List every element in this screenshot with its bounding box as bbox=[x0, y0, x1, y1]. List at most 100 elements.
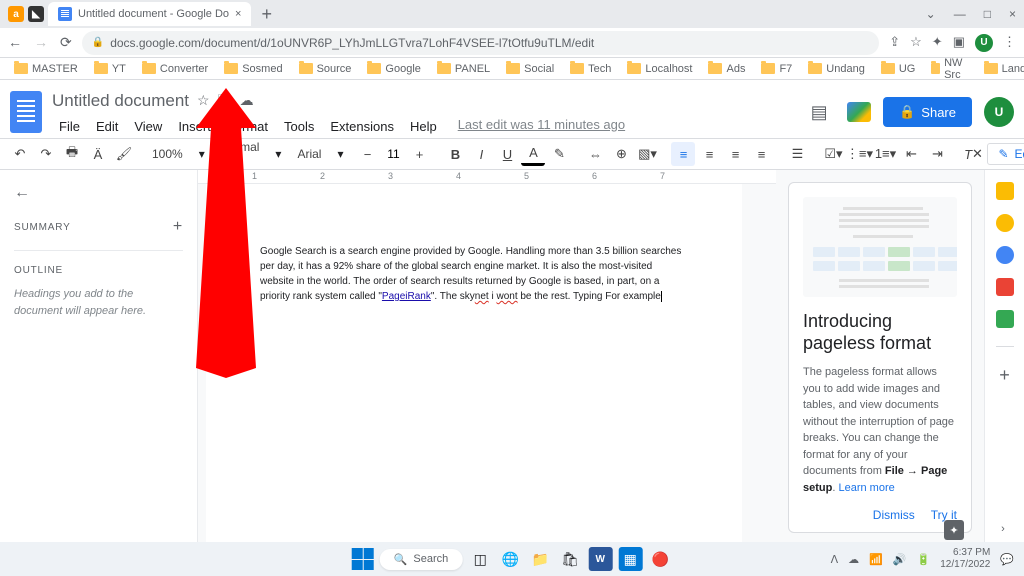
browser-menu-icon[interactable]: ⋮ bbox=[1003, 34, 1016, 52]
cloud-status-icon[interactable]: ☁ bbox=[240, 92, 254, 109]
align-justify-button[interactable]: ≡ bbox=[749, 142, 773, 166]
horizontal-ruler[interactable]: 1234567 bbox=[198, 170, 776, 184]
increase-indent-button[interactable]: ⇥ bbox=[925, 142, 949, 166]
bookmark-tech[interactable]: Tech bbox=[564, 63, 617, 75]
bookmark-yt[interactable]: YT bbox=[88, 63, 132, 75]
add-summary-button[interactable]: + bbox=[173, 218, 183, 236]
align-right-button[interactable]: ≡ bbox=[723, 142, 747, 166]
font-size-input[interactable] bbox=[381, 147, 405, 161]
document-title[interactable]: Untitled document bbox=[52, 91, 189, 111]
reading-list-icon[interactable]: ▣ bbox=[953, 34, 965, 52]
close-window-icon[interactable]: × bbox=[1009, 7, 1016, 21]
explorer-icon[interactable]: 📁 bbox=[528, 547, 552, 571]
menu-help[interactable]: Help bbox=[403, 117, 444, 136]
menu-view[interactable]: View bbox=[127, 117, 169, 136]
calendar-icon[interactable] bbox=[996, 182, 1014, 200]
checklist-button[interactable]: ☑▾ bbox=[821, 142, 845, 166]
browser-tab[interactable]: Untitled document - Google Do × bbox=[48, 2, 251, 26]
increase-font-button[interactable]: + bbox=[407, 142, 431, 166]
star-icon[interactable]: ☆ bbox=[197, 92, 210, 109]
bookmark-converter[interactable]: Converter bbox=[136, 63, 214, 75]
bookmark-star-icon[interactable]: ☆ bbox=[910, 34, 922, 52]
chrome-icon[interactable]: 🔴 bbox=[648, 547, 672, 571]
clear-format-button[interactable]: T✕ bbox=[961, 142, 985, 166]
task-view-icon[interactable]: ◫ bbox=[468, 547, 492, 571]
comment-history-icon[interactable]: ▤ bbox=[803, 96, 835, 128]
line-spacing-button[interactable]: ☰ bbox=[785, 142, 809, 166]
bookmark-master[interactable]: MASTER bbox=[8, 63, 84, 75]
profile-avatar[interactable]: U bbox=[975, 34, 993, 52]
bookmark-f7[interactable]: F7 bbox=[755, 63, 798, 75]
bookmark-undang[interactable]: Undang bbox=[802, 63, 871, 75]
new-tab-button[interactable]: + bbox=[255, 4, 278, 25]
underline-button[interactable]: U bbox=[495, 142, 519, 166]
italic-button[interactable]: I bbox=[469, 142, 493, 166]
bookmark-ug[interactable]: UG bbox=[875, 63, 922, 75]
menu-tools[interactable]: Tools bbox=[277, 117, 321, 136]
highlight-button[interactable]: ✎ bbox=[547, 142, 571, 166]
insert-comment-button[interactable]: ⊕ bbox=[609, 142, 633, 166]
share-button[interactable]: 🔒 Share bbox=[883, 97, 972, 127]
bookmark-google[interactable]: Google bbox=[361, 63, 426, 75]
print-button[interactable]: 🖶 bbox=[60, 142, 84, 166]
volume-icon[interactable]: 🔊 bbox=[893, 553, 907, 566]
bookmark-nw src[interactable]: NW Src bbox=[925, 57, 973, 81]
explore-button[interactable]: ✦ bbox=[944, 520, 964, 540]
dismiss-button[interactable]: Dismiss bbox=[873, 508, 915, 522]
decrease-font-button[interactable]: − bbox=[355, 142, 379, 166]
clock[interactable]: 6:37 PM 12/17/2022 bbox=[940, 547, 990, 571]
learn-more-link[interactable]: Learn more bbox=[838, 482, 894, 494]
menu-file[interactable]: File bbox=[52, 117, 87, 136]
bookmark-panel[interactable]: PANEL bbox=[431, 63, 496, 75]
close-tab-icon[interactable]: × bbox=[235, 8, 241, 20]
menu-format[interactable]: Format bbox=[220, 117, 275, 136]
spellcheck-button[interactable]: Ӓ bbox=[86, 142, 110, 166]
wifi-icon[interactable]: 📶 bbox=[869, 553, 883, 566]
account-avatar[interactable]: U bbox=[984, 97, 1014, 127]
maps-icon[interactable] bbox=[996, 310, 1014, 328]
align-center-button[interactable]: ≡ bbox=[697, 142, 721, 166]
move-folder-icon[interactable]: 🗀 bbox=[218, 89, 232, 113]
style-select[interactable]: Normal text bbox=[217, 138, 274, 170]
add-on-button[interactable]: + bbox=[999, 365, 1010, 386]
bold-button[interactable]: B bbox=[443, 142, 467, 166]
keep-icon[interactable] bbox=[996, 214, 1014, 232]
meet-icon[interactable] bbox=[847, 102, 871, 122]
document-page[interactable]: Google Search is a search engine provide… bbox=[206, 184, 742, 558]
forward-button[interactable]: → bbox=[34, 34, 48, 51]
bookmark-ads[interactable]: Ads bbox=[702, 63, 751, 75]
last-edit-link[interactable]: Last edit was 11 minutes ago bbox=[458, 117, 625, 136]
tasks-icon[interactable] bbox=[996, 246, 1014, 264]
reload-button[interactable]: ⟳ bbox=[60, 34, 72, 51]
expand-rail-icon[interactable]: › bbox=[996, 522, 1010, 536]
menu-extensions[interactable]: Extensions bbox=[323, 117, 401, 136]
extensions-icon[interactable]: ✦ bbox=[932, 34, 943, 52]
bullet-list-button[interactable]: ⋮≡▾ bbox=[847, 142, 871, 166]
start-button[interactable] bbox=[352, 548, 374, 570]
document-text[interactable]: Google Search is a search engine provide… bbox=[260, 244, 688, 304]
tray-chevron-icon[interactable]: ᐱ bbox=[831, 553, 839, 566]
google-docs-logo[interactable] bbox=[10, 91, 42, 133]
insert-image-button[interactable]: ▧▾ bbox=[635, 142, 659, 166]
insert-link-button[interactable]: ⇔ bbox=[583, 142, 607, 166]
paint-format-button[interactable]: 🖌 bbox=[112, 142, 136, 166]
editing-mode-button[interactable]: ✎ Editing ▾ bbox=[987, 143, 1024, 165]
text-color-button[interactable]: A bbox=[521, 142, 545, 166]
collapse-outline-button[interactable]: ← bbox=[14, 184, 30, 202]
bookmark-social[interactable]: Social bbox=[500, 63, 560, 75]
align-left-button[interactable]: ≡ bbox=[671, 142, 695, 166]
onedrive-icon[interactable]: ☁ bbox=[848, 553, 859, 566]
menu-insert[interactable]: Insert bbox=[171, 117, 218, 136]
decrease-indent-button[interactable]: ⇤ bbox=[899, 142, 923, 166]
bookmark-localhost[interactable]: Localhost bbox=[621, 63, 698, 75]
bookmark-source[interactable]: Source bbox=[293, 63, 358, 75]
word-icon[interactable]: W bbox=[588, 547, 612, 571]
edge-icon[interactable]: 🌐 bbox=[498, 547, 522, 571]
bookmark-land[interactable]: Land bbox=[978, 63, 1024, 75]
menu-edit[interactable]: Edit bbox=[89, 117, 125, 136]
notifications-icon[interactable]: 💬 bbox=[1000, 553, 1014, 566]
redo-button[interactable]: ↷ bbox=[34, 142, 58, 166]
taskbar-search[interactable]: 🔍 Search bbox=[380, 549, 463, 570]
ext-icon-b[interactable]: ◣ bbox=[28, 6, 44, 22]
bookmark-sosmed[interactable]: Sosmed bbox=[218, 63, 288, 75]
